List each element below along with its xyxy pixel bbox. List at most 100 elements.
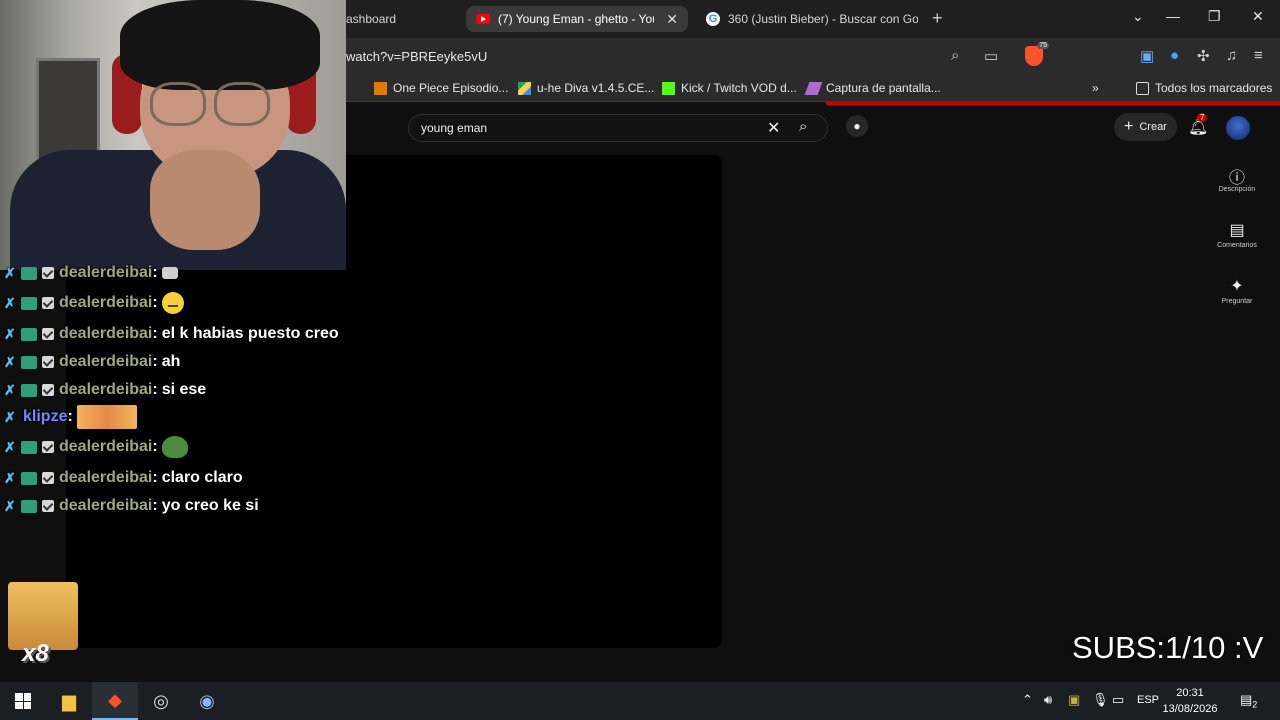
webcam-hand	[150, 150, 260, 250]
side-comments[interactable]: ▤ Comentarios	[1210, 220, 1264, 249]
notification-count: 2	[1252, 699, 1258, 710]
chat-text: yo creo ke si	[161, 497, 259, 514]
mod-badge-icon: ✗	[4, 294, 16, 311]
pepe-emote-icon	[161, 436, 188, 458]
clock[interactable]: 20:31 13/08/2026	[1160, 685, 1220, 717]
webcam-overlay	[0, 0, 346, 270]
chat-username: dealerdeibai	[59, 381, 153, 398]
volume-icon[interactable]: 🔊︎	[1044, 692, 1052, 708]
clock-time: 20:31	[1176, 687, 1204, 699]
chat-username: dealerdeibai	[59, 353, 153, 370]
notifications-bell-icon[interactable]: 🔔︎ 7	[1188, 113, 1208, 137]
side-description[interactable]: ⓘ Descripción	[1210, 164, 1264, 193]
zoom-icon[interactable]: ⌕	[951, 47, 959, 64]
all-bookmarks[interactable]: Todos los marcadores	[1136, 81, 1272, 95]
banner-emote-icon	[76, 405, 137, 429]
chat-username: dealerdeibai	[59, 438, 153, 455]
microphone-tray-icon[interactable]: 🎙︎	[1092, 692, 1109, 708]
clear-search-icon[interactable]: ✕	[767, 118, 780, 138]
check-badge-icon	[42, 328, 54, 340]
brave-shield-icon[interactable]: 75	[1025, 42, 1049, 66]
bookmark-label: Captura de pantalla...	[826, 81, 941, 95]
windows-taskbar: ▆ ◆ ◎ ◉ ⌃ 🔊︎ ▣ 🎙︎ ▭ ESP 20:31 13/08/2026…	[0, 682, 1280, 720]
side-ask[interactable]: ✦ Preguntar	[1210, 276, 1264, 305]
bookmark-label: Kick / Twitch VOD d...	[681, 81, 797, 95]
chat-message: ✗ dealerdeibai: claro claro	[4, 469, 243, 486]
subs-counter: SUBS:1/10 :V	[1072, 630, 1264, 665]
extension-icon[interactable]: ●	[1170, 47, 1179, 64]
glasses-right	[214, 82, 270, 126]
cast-icon[interactable]: ▭	[984, 47, 998, 65]
steam-icon[interactable]: ◉	[184, 682, 230, 720]
tab-dashboard[interactable]: ashboard	[346, 6, 456, 32]
webcam-hair	[120, 0, 320, 90]
app-tray-icon[interactable]: ▣	[1068, 692, 1080, 708]
network-icon[interactable]: ▭	[1112, 692, 1124, 708]
tab-google[interactable]: G 360 (Justin Bieber) - Buscar con Goog	[704, 6, 918, 32]
url-field[interactable]: watch?v=PBREeyke5vU	[346, 49, 487, 64]
check-badge-icon	[42, 267, 54, 279]
chat-username: dealerdeibai	[59, 294, 153, 311]
more-bookmarks-icon[interactable]: »	[1092, 81, 1099, 95]
search-box[interactable]: young eman ✕ ⌕	[408, 114, 828, 142]
chat-text: si ese	[161, 381, 207, 398]
info-icon: ⓘ	[1228, 170, 1245, 187]
all-bookmarks-label: Todos los marcadores	[1155, 81, 1273, 95]
chat-username: dealerdeibai	[59, 497, 153, 514]
plus-icon: +	[1124, 118, 1134, 135]
check-badge-icon	[42, 472, 54, 484]
anime-icon	[374, 81, 387, 95]
chat-text: claro claro	[161, 469, 243, 486]
tab-search-icon[interactable]: ⌄	[1132, 8, 1144, 25]
translate-icon[interactable]: ▣	[1140, 47, 1154, 65]
bookmark-one-piece[interactable]: One Piece Episodio...	[374, 81, 508, 95]
tab-youtube[interactable]: (7) Young Eman - ghetto - YouTu ✕	[466, 6, 688, 32]
search-input[interactable]: young eman	[421, 121, 487, 135]
notification-badge: 7	[1197, 113, 1208, 122]
language-indicator[interactable]: ESP	[1137, 694, 1159, 706]
avatar[interactable]	[1226, 116, 1250, 140]
mod-badge-icon: ✗	[4, 381, 16, 398]
side-comments-label: Comentarios	[1217, 242, 1257, 249]
file-explorer-icon[interactable]: ▆	[46, 682, 92, 720]
mod-badge-icon: ✗	[4, 264, 16, 281]
pen-icon	[804, 81, 823, 95]
chat-text: ah	[161, 353, 181, 370]
chat-username: dealerdeibai	[59, 469, 153, 486]
chat-username: klipze	[23, 408, 68, 425]
close-window-button[interactable]: ✕	[1252, 8, 1264, 25]
menu-icon[interactable]: ≡	[1254, 47, 1263, 64]
bookmark-drive[interactable]: u-he Diva v1.4.5.CE...	[518, 81, 654, 95]
microphone-icon[interactable]: ●	[846, 115, 868, 137]
tab-label: 360 (Justin Bieber) - Buscar con Goog	[728, 12, 918, 26]
notification-center-icon[interactable]: ▤2	[1240, 692, 1257, 710]
brave-browser-icon[interactable]: ◆	[92, 682, 138, 720]
show-hidden-icons-icon[interactable]: ⌃	[1022, 692, 1033, 708]
close-tab-icon[interactable]: ✕	[666, 11, 678, 28]
shield-badge: 75	[1037, 42, 1049, 49]
sub-badge-icon	[21, 383, 37, 397]
mod-badge-icon: ✗	[4, 353, 16, 370]
restore-button[interactable]: ❐	[1208, 8, 1221, 25]
new-tab-button[interactable]: +	[932, 8, 943, 29]
mod-badge-icon: ✗	[4, 408, 16, 425]
create-button[interactable]: + Crear	[1114, 113, 1177, 141]
comments-icon: ▤	[1229, 222, 1245, 239]
extensions-puzzle-icon[interactable]: ✣	[1197, 47, 1210, 65]
sub-badge-icon	[21, 355, 37, 369]
tab-label: ashboard	[346, 12, 397, 26]
sub-badge-icon	[21, 440, 37, 454]
check-badge-icon	[42, 356, 54, 368]
chat-message: ✗ dealerdeibai:	[4, 292, 184, 314]
mod-badge-icon: ✗	[4, 438, 16, 455]
bookmark-kick[interactable]: Kick / Twitch VOD d...	[662, 81, 797, 95]
check-badge-icon	[42, 441, 54, 453]
start-button[interactable]	[0, 682, 46, 720]
windows-logo-icon	[15, 693, 31, 709]
search-icon[interactable]: ⌕	[799, 118, 807, 135]
side-description-label: Descripción	[1218, 186, 1256, 193]
obs-icon[interactable]: ◎	[138, 682, 184, 720]
music-icon[interactable]: ♫	[1226, 47, 1237, 64]
minimize-button[interactable]: —	[1166, 8, 1180, 24]
bookmark-captura[interactable]: Captura de pantalla...	[804, 81, 941, 95]
